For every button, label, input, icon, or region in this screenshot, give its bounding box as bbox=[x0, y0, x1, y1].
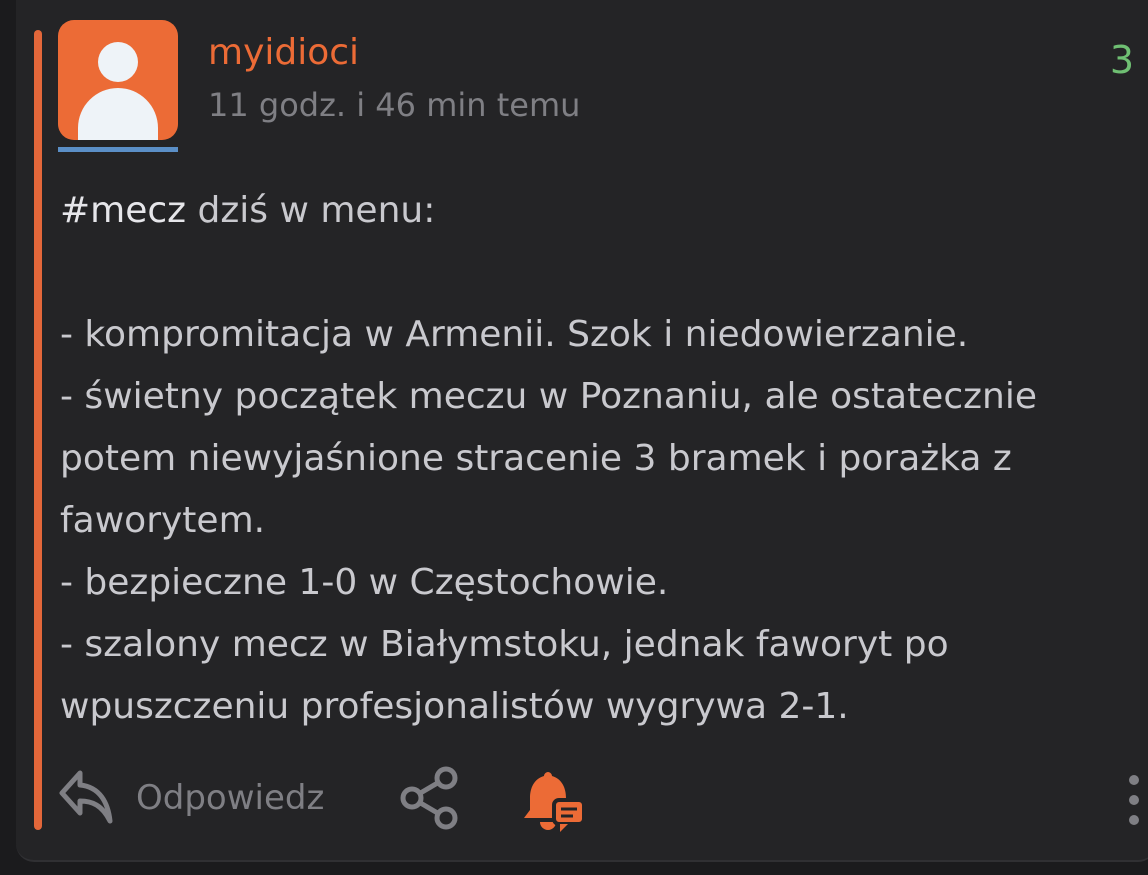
post-line-1-text: dziś w menu: bbox=[186, 190, 436, 231]
post-line-4: - świetny początek meczu w Poznaniu, ale… bbox=[60, 376, 1037, 417]
post-line-2 bbox=[60, 242, 1140, 304]
more-options-button[interactable] bbox=[1120, 768, 1148, 832]
post-line-6: faworytem. bbox=[60, 500, 266, 541]
avatar-head bbox=[98, 42, 138, 82]
hashtag-link[interactable]: #mecz bbox=[60, 190, 186, 231]
notification-button[interactable] bbox=[520, 766, 592, 836]
reply-label: Odpowiedz bbox=[136, 778, 325, 818]
thread-accent-bar bbox=[34, 30, 42, 830]
bell-comment-icon bbox=[520, 772, 592, 840]
post-line-5: potem niewyjaśnione stracenie 3 bramek i… bbox=[60, 438, 1012, 479]
post-line-3: - kompromitacja w Armenii. Szok i niedow… bbox=[60, 314, 969, 355]
post-line-1: #mecz dziś w menu: bbox=[60, 180, 1140, 242]
post-timestamp: 11 godz. i 46 min temu bbox=[208, 86, 581, 124]
post-line-7: - bezpieczne 1-0 w Częstochowie. bbox=[60, 562, 669, 603]
share-icon bbox=[398, 766, 462, 834]
avatar-body bbox=[78, 88, 158, 140]
avatar[interactable] bbox=[58, 20, 178, 140]
post-card: myidioci 11 godz. i 46 min temu 3 #mecz … bbox=[16, 0, 1148, 862]
post-actions: Odpowiedz bbox=[58, 762, 1148, 838]
reply-button[interactable]: Odpowiedz bbox=[58, 766, 324, 830]
more-vertical-icon bbox=[1120, 775, 1148, 836]
post-line-8: - szalony mecz w Białymstoku, jednak faw… bbox=[60, 624, 949, 665]
author-name[interactable]: myidioci bbox=[208, 32, 359, 73]
reply-icon bbox=[58, 765, 114, 831]
share-button[interactable] bbox=[398, 766, 462, 830]
avatar-underline bbox=[58, 147, 178, 152]
post-line-9: wpuszczeniu profesjonalistów wygrywa 2-1… bbox=[60, 686, 849, 727]
vote-count[interactable]: 3 bbox=[1110, 38, 1134, 82]
post-content: #mecz dziś w menu: - kompromitacja w Arm… bbox=[60, 180, 1140, 738]
